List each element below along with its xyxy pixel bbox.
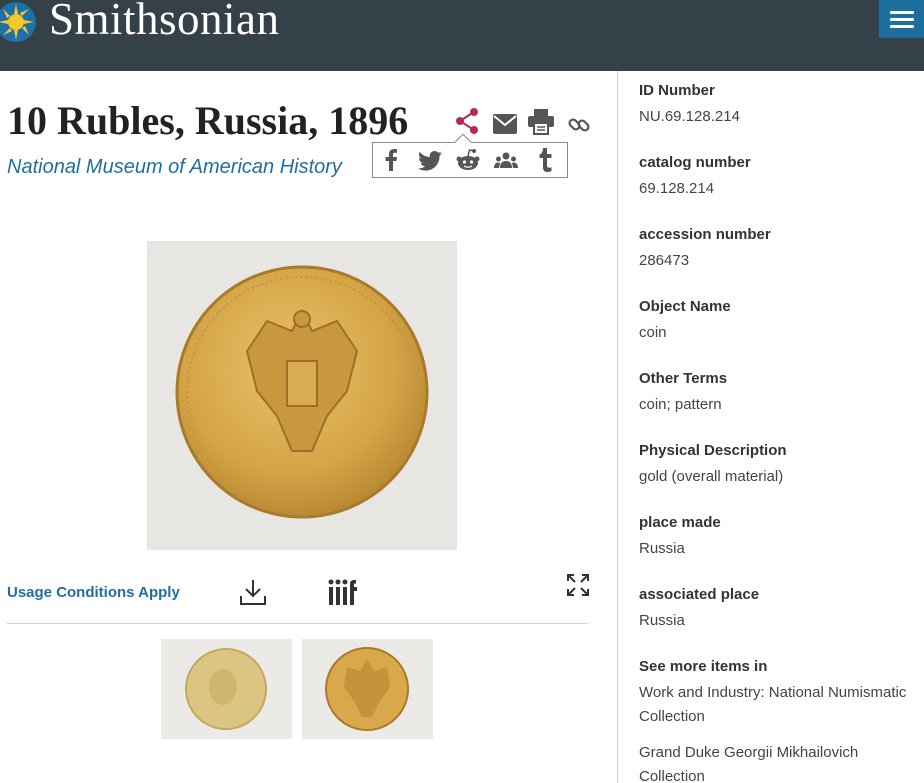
- see-more-link[interactable]: Work and Industry: National Numismatic C…: [639, 681, 924, 729]
- share-icon[interactable]: [454, 107, 482, 137]
- field-label: Object Name: [639, 298, 731, 315]
- share-menu: [372, 133, 568, 178]
- detail-catalog-number: catalog number 69.128.214: [639, 154, 924, 201]
- field-value: NU.69.128.214: [639, 108, 740, 125]
- field-label: place made: [639, 514, 721, 531]
- field-label: associated place: [639, 586, 760, 603]
- object-details-sidebar: ID Number NU.69.128.214 catalog number 6…: [617, 71, 924, 783]
- see-more-line[interactable]: Work and Industry: National Numismatic: [639, 681, 924, 705]
- main-object-image[interactable]: [147, 241, 457, 550]
- field-label: accession number: [639, 226, 771, 243]
- page-title: 10 Rubles, Russia, 1896: [7, 98, 409, 143]
- detail-physical-description: Physical Description gold (overall mater…: [639, 442, 924, 489]
- field-label: Physical Description: [639, 442, 787, 459]
- field-value: 69.128.214: [639, 180, 715, 197]
- facebook-icon[interactable]: [383, 149, 399, 171]
- see-more-line[interactable]: Collection: [639, 765, 924, 783]
- detail-accession-number: accession number 286473: [639, 226, 924, 273]
- field-value: coin; pattern: [639, 396, 722, 413]
- detail-id-number: ID Number NU.69.128.214: [639, 82, 924, 129]
- detail-object-name: Object Name coin: [639, 298, 924, 345]
- fullscreen-icon[interactable]: [567, 574, 589, 596]
- email-icon[interactable]: [493, 114, 517, 134]
- gold-coin-reverse-image: [175, 265, 429, 519]
- detail-other-terms: Other Terms coin; pattern: [639, 370, 924, 417]
- site-header: Smithsonian: [0, 0, 924, 71]
- field-label: Other Terms: [639, 370, 728, 387]
- community-icon[interactable]: [494, 152, 518, 168]
- field-label: catalog number: [639, 154, 751, 171]
- field-value: Russia: [639, 540, 685, 557]
- detail-associated-place: associated place Russia: [639, 586, 924, 633]
- link-icon[interactable]: [568, 114, 590, 136]
- see-more-line[interactable]: Grand Duke Georgii Mikhailovich: [639, 741, 924, 765]
- field-value: 286473: [639, 252, 690, 269]
- reddit-icon[interactable]: [456, 148, 480, 172]
- field-value: coin: [639, 324, 667, 341]
- museum-link[interactable]: National Museum of American History: [7, 156, 342, 179]
- field-label: See more items in: [639, 658, 768, 675]
- tumblr-icon[interactable]: [539, 148, 552, 172]
- site-brand[interactable]: Smithsonian: [49, 0, 280, 45]
- media-divider: [7, 623, 588, 624]
- print-icon[interactable]: [528, 109, 554, 135]
- field-value: gold (overall material): [639, 468, 784, 485]
- detail-place-made: place made Russia: [639, 514, 924, 561]
- sun-logo-icon[interactable]: [0, 0, 38, 44]
- hamburger-menu-icon[interactable]: [879, 0, 924, 38]
- thumbnail-reverse[interactable]: [302, 639, 433, 739]
- download-icon[interactable]: [239, 578, 267, 606]
- see-more-link[interactable]: Grand Duke Georgii Mikhailovich Collecti…: [639, 741, 924, 783]
- usage-conditions-link[interactable]: Usage Conditions Apply: [7, 584, 180, 601]
- twitter-icon[interactable]: [418, 151, 442, 171]
- field-label: ID Number: [639, 82, 715, 99]
- detail-see-more: See more items in Work and Industry: Nat…: [639, 658, 924, 783]
- field-value: Russia: [639, 612, 685, 629]
- iiif-icon[interactable]: [328, 578, 358, 606]
- see-more-line[interactable]: Collection: [639, 705, 924, 729]
- thumbnail-obverse[interactable]: [161, 639, 292, 739]
